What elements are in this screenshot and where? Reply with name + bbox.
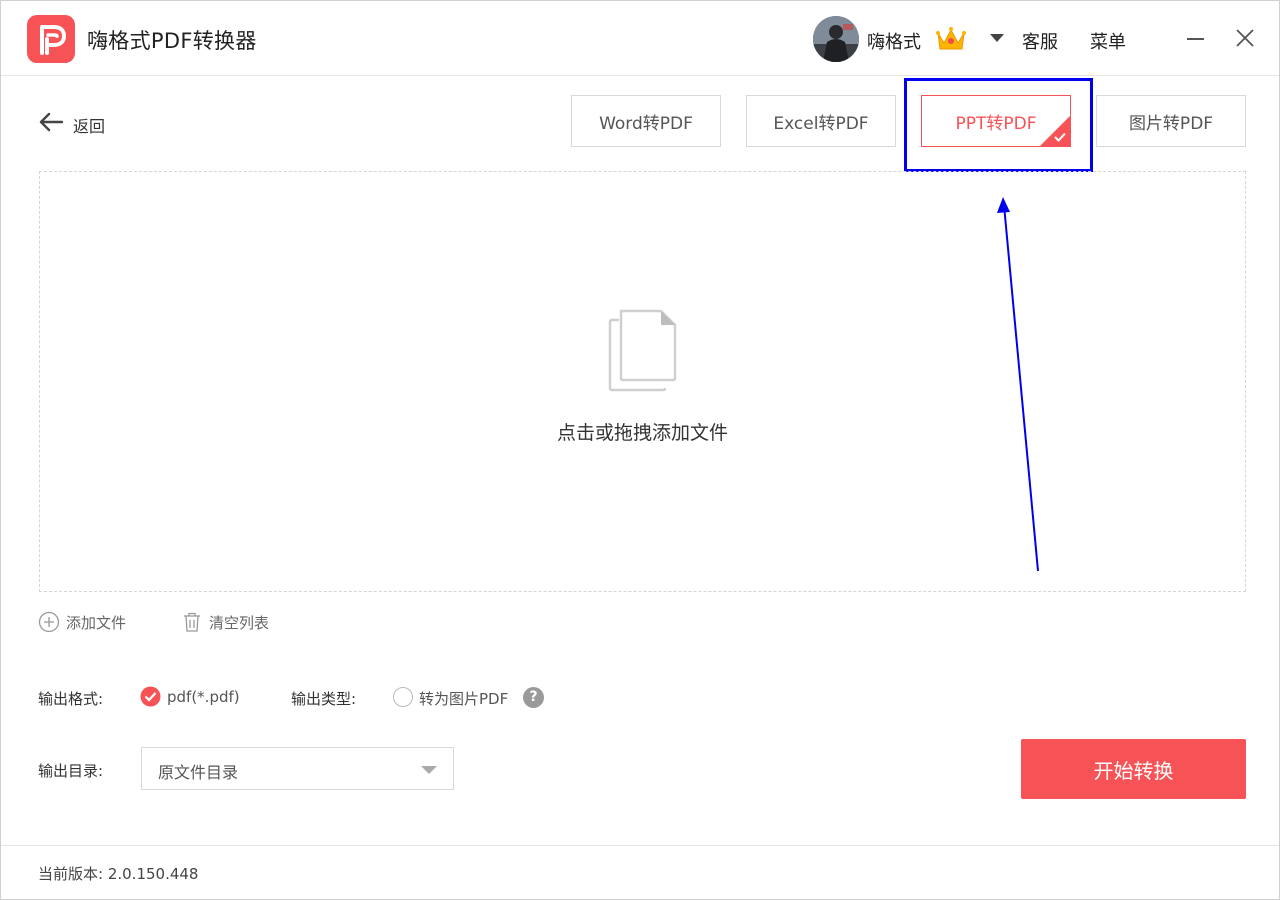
version-text: 当前版本: 2.0.150.448 [38,865,199,883]
user-name[interactable]: 嗨格式 [867,28,921,54]
close-icon[interactable] [1234,27,1256,49]
image-pdf-option-label[interactable]: 转为图片PDF [419,688,508,709]
tab-word-to-pdf[interactable]: Word转PDF [571,95,721,147]
tab-ppt-to-pdf[interactable]: PPT转PDF [921,95,1071,147]
output-dir-value: 原文件目录 [158,763,239,782]
tab-image-to-pdf[interactable]: 图片转PDF [1096,95,1246,147]
format-checkbox[interactable] [140,686,161,707]
menu-link[interactable]: 菜单 [1090,28,1126,54]
footer: 当前版本: 2.0.150.448 [1,845,1279,899]
documents-icon [607,308,679,394]
tab-excel-to-pdf[interactable]: Excel转PDF [746,95,896,147]
check-icon [1054,132,1066,142]
back-button[interactable]: 返回 [73,113,105,137]
minimize-icon[interactable] [1187,38,1204,40]
output-dir-label: 输出目录: [38,762,104,780]
app-title: 嗨格式PDF转换器 [87,29,257,53]
user-dropdown-icon[interactable] [990,34,1004,42]
back-arrow-icon[interactable] [38,111,64,133]
tab-label: PPT转PDF [955,113,1037,134]
file-drop-zone[interactable]: 点击或拖拽添加文件 [39,171,1246,592]
output-format-label: 输出格式: [38,690,104,708]
chevron-down-icon [421,766,437,774]
trash-icon [184,612,200,632]
tab-label: 图片转PDF [1128,113,1214,134]
app-logo-icon [27,15,75,63]
format-option-label[interactable]: pdf(*.pdf) [167,688,240,706]
start-convert-button[interactable]: 开始转换 [1021,739,1246,799]
add-file-label: 添加文件 [66,613,127,632]
tab-label: Excel转PDF [773,113,869,134]
app-window: 嗨格式PDF转换器 嗨格式 客服 菜单 返回 Word转PDF Excel转PD… [0,0,1280,900]
clear-list-label: 清空列表 [209,613,270,632]
tab-label: Word转PDF [599,113,693,134]
output-type-label: 输出类型: [291,690,357,708]
output-dir-select[interactable]: 原文件目录 [141,747,454,790]
add-file-button[interactable]: 添加文件 [38,611,126,633]
vip-crown-icon [935,25,967,53]
clear-list-button[interactable]: 清空列表 [181,611,269,633]
drop-hint: 点击或拖拽添加文件 [556,422,728,444]
image-pdf-radio[interactable] [393,687,413,707]
help-icon[interactable]: ? [523,687,544,708]
plus-circle-icon [38,611,60,633]
customer-service-link[interactable]: 客服 [1022,28,1058,54]
title-bar: 嗨格式PDF转换器 嗨格式 客服 菜单 [1,1,1279,76]
user-avatar[interactable] [813,16,859,62]
